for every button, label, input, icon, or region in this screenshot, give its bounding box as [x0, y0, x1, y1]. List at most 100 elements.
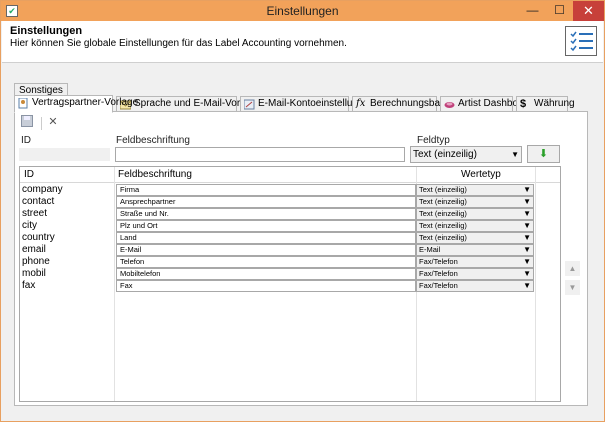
row-type-value: Fax/Telefon — [419, 281, 458, 290]
header-title: Einstellungen — [10, 25, 83, 37]
header-panel: Einstellungen Hier können Sie globale Ei… — [2, 21, 603, 63]
row-type-select[interactable]: E-Mail ▼ — [416, 244, 534, 256]
row-type-value: Text (einzeilig) — [419, 209, 467, 218]
move-up-button[interactable]: ▲ — [565, 261, 580, 276]
feldtyp-label: Feldtyp — [417, 135, 450, 146]
row-label-input[interactable]: Straße und Nr. — [116, 208, 416, 220]
chevron-down-icon: ▼ — [523, 245, 531, 254]
row-label-input[interactable]: Land — [116, 232, 416, 244]
row-type-select[interactable]: Text (einzeilig) ▼ — [416, 208, 534, 220]
row-type-value: Text (einzeilig) — [419, 221, 467, 230]
row-type-value: E-Mail — [419, 245, 441, 254]
row-label-input[interactable]: E-Mail — [116, 244, 416, 256]
minimize-button[interactable]: — — [519, 1, 546, 21]
table-row[interactable]: company Firma Text (einzeilig) ▼ — [20, 184, 560, 196]
row-type-select[interactable]: Text (einzeilig) ▼ — [416, 220, 534, 232]
fields-grid: ID Feldbeschriftung Wertetyp company Fir… — [19, 166, 561, 402]
table-row[interactable]: fax Fax Fax/Telefon ▼ — [20, 280, 560, 292]
table-row[interactable]: contact Ansprechpartner Text (einzeilig)… — [20, 196, 560, 208]
feldtyp-select[interactable]: Text (einzeilig) ▼ — [410, 146, 522, 163]
row-type-select[interactable]: Fax/Telefon ▼ — [416, 256, 534, 268]
add-field-button[interactable]: ⬇ — [527, 145, 560, 163]
chevron-down-icon: ▼ — [523, 209, 531, 218]
arrow-down-icon: ⬇ — [538, 148, 549, 160]
settings-window: ✔ Einstellungen — ☐ ✕ Einstellungen Hier… — [0, 0, 605, 422]
tab-artist-dashboard[interactable]: Artist Dashboard — [440, 96, 532, 112]
chevron-down-icon: ▼ — [523, 185, 531, 194]
row-label-input[interactable]: Telefon — [116, 256, 416, 268]
contract-icon — [18, 97, 29, 109]
row-type-value: Fax/Telefon — [419, 257, 458, 266]
feldbeschriftung-label: Feldbeschriftung — [116, 135, 190, 146]
header-subtitle: Hier können Sie globale Einstellungen fü… — [10, 38, 347, 49]
mail-settings-icon — [243, 99, 255, 110]
dollar-icon: $ — [520, 98, 527, 110]
column-header-feldbeschriftung: Feldbeschriftung — [118, 169, 192, 180]
row-label-input[interactable]: Firma — [116, 184, 416, 196]
row-label-input[interactable]: Mobiltelefon — [116, 268, 416, 280]
arrow-up-icon: ▲ — [568, 264, 577, 273]
chevron-down-icon: ▼ — [523, 233, 531, 242]
row-type-select[interactable]: Text (einzeilig) ▼ — [416, 232, 534, 244]
row-type-value: Text (einzeilig) — [419, 197, 467, 206]
feldtyp-value: Text (einzeilig) — [413, 149, 477, 160]
dashboard-icon — [444, 99, 455, 110]
arrow-down-icon: ▼ — [568, 283, 577, 292]
grid-header: ID Feldbeschriftung Wertetyp — [20, 167, 560, 183]
close-button[interactable]: ✕ — [573, 1, 604, 21]
delete-button[interactable]: ✕ — [45, 115, 61, 131]
table-row[interactable]: city Plz und Ort Text (einzeilig) ▼ — [20, 220, 560, 232]
row-type-select[interactable]: Fax/Telefon ▼ — [416, 268, 534, 280]
chevron-down-icon: ▼ — [523, 281, 531, 290]
row-label-input[interactable]: Ansprechpartner — [116, 196, 416, 208]
chevron-down-icon: ▼ — [523, 269, 531, 278]
row-label-input[interactable]: Fax — [116, 280, 416, 292]
chevron-down-icon: ▼ — [523, 257, 531, 266]
row-label-input[interactable]: Plz und Ort — [116, 220, 416, 232]
row-type-value: Fax/Telefon — [419, 269, 458, 278]
row-type-value: Text (einzeilig) — [419, 185, 467, 194]
table-row[interactable]: phone Telefon Fax/Telefon ▼ — [20, 256, 560, 268]
row-type-select[interactable]: Fax/Telefon ▼ — [416, 280, 534, 292]
window-title: Einstellungen — [266, 4, 339, 18]
save-button[interactable] — [19, 115, 35, 131]
row-id: city — [22, 220, 37, 231]
tab-label: Währung — [534, 98, 575, 109]
tab-waehrung[interactable]: $ Währung — [516, 96, 575, 112]
table-row[interactable]: email E-Mail E-Mail ▼ — [20, 244, 560, 256]
row-id: country — [22, 232, 55, 243]
row-id: email — [22, 244, 46, 255]
row-id: fax — [22, 280, 36, 291]
row-type-select[interactable]: Text (einzeilig) ▼ — [416, 196, 534, 208]
tab-label: Vertragspartner-Vorlage — [32, 97, 139, 108]
chevron-down-icon: ▼ — [523, 221, 531, 230]
tab-vertragspartner-vorlage[interactable]: Vertragspartner-Vorlage — [14, 95, 138, 113]
save-icon — [21, 115, 33, 127]
maximize-button[interactable]: ☐ — [546, 1, 573, 21]
close-icon: ✕ — [48, 116, 58, 128]
table-row[interactable]: mobil Mobiltelefon Fax/Telefon ▼ — [20, 268, 560, 280]
tab-panel: ✕ ID Feldbeschriftung Feldtyp Text (einz… — [14, 111, 588, 406]
row-id: street — [22, 208, 48, 219]
row-type-value: Text (einzeilig) — [419, 233, 467, 242]
chevron-down-icon: ▼ — [523, 197, 531, 206]
row-id: contact — [22, 196, 55, 207]
feldbeschriftung-input[interactable] — [115, 147, 405, 162]
title-bar[interactable]: ✔ Einstellungen — ☐ ✕ — [1, 1, 604, 21]
row-type-select[interactable]: Text (einzeilig) ▼ — [416, 184, 534, 196]
chevron-down-icon: ▼ — [511, 150, 519, 159]
table-row[interactable]: country Land Text (einzeilig) ▼ — [20, 232, 560, 244]
move-down-button[interactable]: ▼ — [565, 280, 580, 295]
tab-berechnungsbasis[interactable]: fx Berechnungsbasis — [352, 96, 452, 112]
tab-email-kontoeinstellungen[interactable]: E-Mail-Kontoeinstellungen — [240, 96, 375, 112]
id-label: ID — [21, 135, 31, 146]
column-header-id: ID — [24, 169, 34, 180]
toolbar-divider — [41, 117, 42, 130]
id-field — [19, 148, 110, 161]
row-id: company — [22, 184, 63, 195]
table-row[interactable]: street Straße und Nr. Text (einzeilig) ▼ — [20, 208, 560, 220]
row-id: mobil — [22, 268, 46, 279]
formula-icon: fx — [356, 98, 366, 109]
column-header-wertetyp: Wertetyp — [461, 169, 501, 180]
checklist-icon — [565, 26, 597, 56]
